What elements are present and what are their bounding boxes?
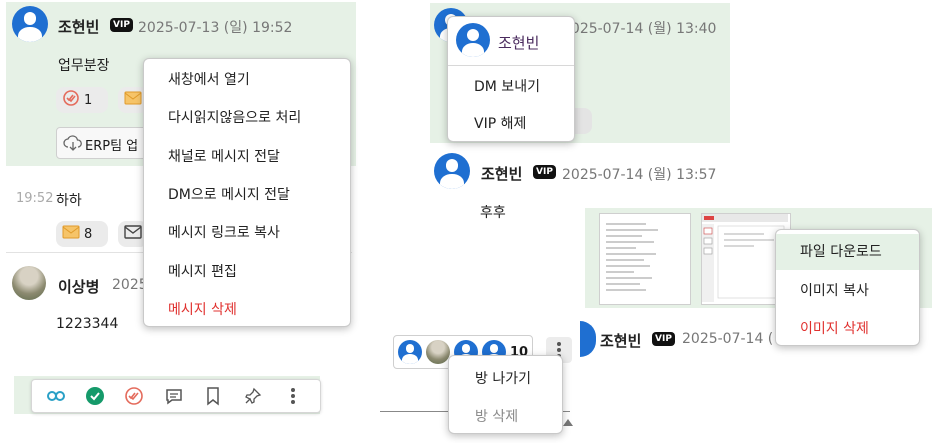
menu-item-send-dm[interactable]: DM 보내기	[448, 76, 574, 96]
double-check-icon	[62, 89, 80, 111]
profile-name: 조현빈	[498, 34, 540, 52]
envelope-icon	[124, 225, 142, 243]
bookmark-icon[interactable]	[202, 385, 224, 407]
message-time: 2025-07-14 (	[682, 331, 774, 347]
message-time: 2025-07-14 (월) 13:40	[562, 21, 717, 37]
message-action-toolbar	[31, 379, 321, 413]
menu-item-delete-message[interactable]: 메시지 삭제	[144, 299, 350, 319]
reaction-mail-chip[interactable]: 8	[56, 221, 108, 247]
user-avatar[interactable]	[12, 266, 46, 300]
mail-icon	[62, 225, 80, 243]
profile-popup: 조현빈 DM 보내기 VIP 해제	[447, 16, 575, 142]
separator	[448, 65, 574, 66]
message-time: 2025-07-13 (일) 19:52	[138, 20, 293, 36]
user-avatar[interactable]	[434, 153, 470, 189]
message-text: 업무분장	[58, 58, 110, 74]
message-text: 후후	[480, 205, 506, 221]
cloud-download-icon	[63, 134, 83, 156]
scroll-up-arrow-icon[interactable]	[563, 419, 573, 426]
vip-badge: VIP	[533, 165, 556, 179]
message-context-menu: 새창에서 열기 다시읽지않음으로 처리 채널로 메시지 전달 DM으로 메시지 …	[143, 58, 351, 327]
menu-item-mark-unread[interactable]: 다시읽지않음으로 처리	[144, 107, 350, 127]
author-name[interactable]: 조현빈	[481, 163, 522, 184]
member-avatar	[426, 340, 450, 364]
message-text: 하하	[56, 193, 82, 209]
attachment-label: ERP팀 업	[85, 139, 139, 154]
menu-item-copy-link[interactable]: 메시지 링크로 복사	[144, 222, 350, 242]
pin-icon[interactable]	[242, 385, 264, 407]
reaction-count: 8	[84, 226, 93, 242]
reaction-check-chip[interactable]: 1	[56, 87, 108, 113]
menu-item-leave-room[interactable]: 방 나가기	[449, 368, 562, 388]
author-name[interactable]: 조현빈	[58, 16, 99, 37]
vip-badge: VIP	[652, 332, 675, 346]
menu-item-forward-dm[interactable]: DM으로 메시지 전달	[144, 184, 350, 204]
user-avatar[interactable]	[580, 321, 596, 357]
document-preview-icon	[606, 223, 658, 291]
image-context-menu: 파일 다운로드 이미지 복사 이미지 삭제	[775, 229, 920, 346]
message-time: 2025-07-14 (월) 13:57	[562, 167, 717, 183]
erp-attachment[interactable]: ERP팀 업	[56, 127, 150, 159]
menu-item-delete-room[interactable]: 방 삭제	[449, 406, 562, 426]
reaction-count: 1	[84, 92, 93, 108]
more-vertical-icon[interactable]	[282, 385, 304, 407]
author-name[interactable]: 조현빈	[600, 330, 641, 351]
menu-item-copy-image[interactable]: 이미지 복사	[776, 280, 919, 300]
menu-item-download-file[interactable]: 파일 다운로드	[776, 234, 919, 270]
menu-item-open-new-window[interactable]: 새창에서 열기	[144, 69, 350, 89]
infinity-icon[interactable]	[45, 385, 67, 407]
message-text: 1223344	[56, 316, 119, 332]
comment-icon[interactable]	[163, 385, 185, 407]
menu-item-delete-image[interactable]: 이미지 삭제	[776, 318, 919, 338]
user-avatar	[456, 23, 490, 57]
message-time: 19:52	[16, 191, 54, 206]
image-thumbnail[interactable]	[599, 213, 691, 305]
user-avatar[interactable]	[12, 6, 48, 42]
menu-item-forward-channel[interactable]: 채널로 메시지 전달	[144, 146, 350, 166]
author-name[interactable]: 이상병	[58, 276, 99, 297]
room-context-menu: 방 나가기 방 삭제	[448, 355, 563, 434]
menu-item-edit-message[interactable]: 메시지 편집	[144, 261, 350, 281]
double-check-icon[interactable]	[123, 385, 145, 407]
check-circle-icon[interactable]	[84, 385, 106, 407]
vip-badge: VIP	[110, 18, 133, 32]
menu-item-remove-vip[interactable]: VIP 해제	[448, 113, 574, 133]
mail-icon	[124, 91, 142, 109]
member-avatar	[398, 340, 422, 364]
